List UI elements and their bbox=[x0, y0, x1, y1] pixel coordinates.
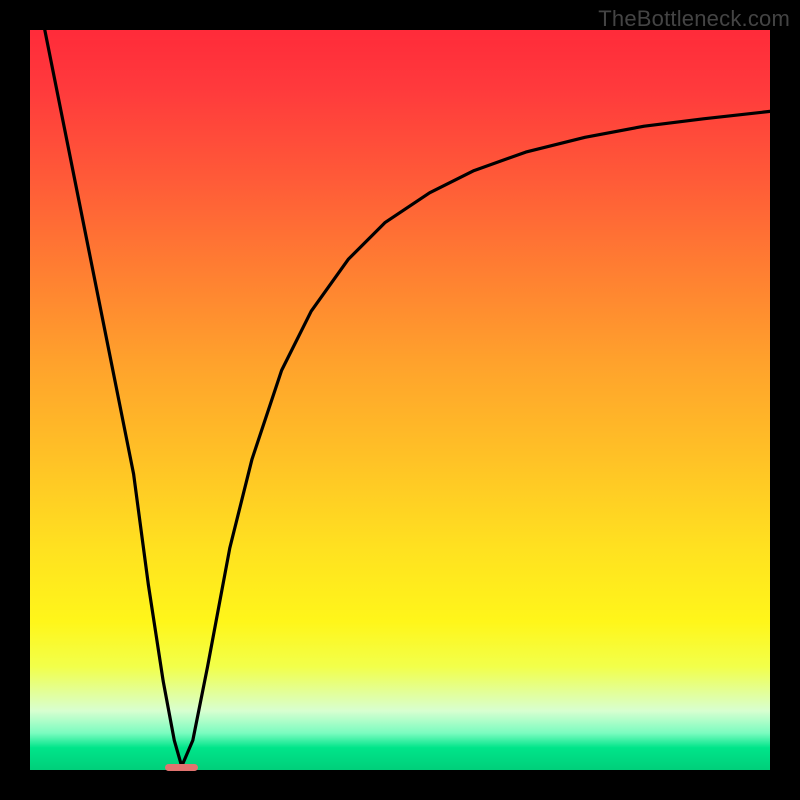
chart-minimum-marker bbox=[165, 764, 198, 771]
attribution-label: TheBottleneck.com bbox=[598, 6, 790, 32]
chart-curve bbox=[30, 30, 770, 770]
chart-frame: TheBottleneck.com bbox=[0, 0, 800, 800]
chart-plot-area bbox=[30, 30, 770, 770]
